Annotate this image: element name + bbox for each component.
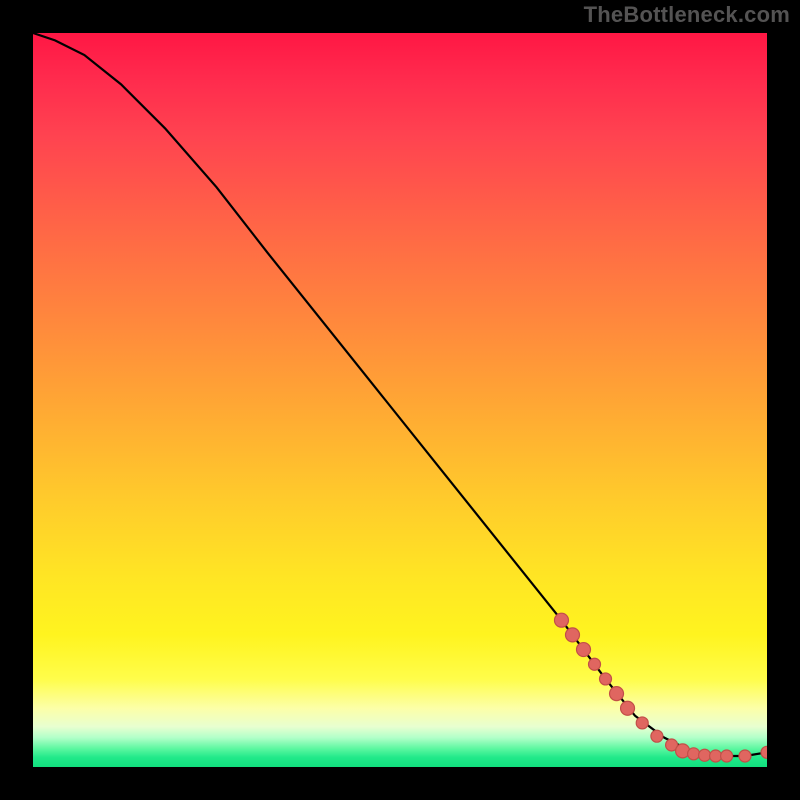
data-point: [739, 750, 751, 762]
data-point: [621, 701, 635, 715]
data-point: [554, 613, 568, 627]
data-point: [636, 717, 648, 729]
data-point: [600, 673, 612, 685]
scatter-points: [33, 33, 767, 767]
data-point: [721, 750, 733, 762]
data-point: [699, 749, 711, 761]
watermark-label: TheBottleneck.com: [584, 2, 790, 28]
data-point: [688, 748, 700, 760]
data-point: [565, 628, 579, 642]
data-point: [710, 750, 722, 762]
data-point: [761, 746, 767, 758]
data-point: [577, 643, 591, 657]
data-point: [589, 658, 601, 670]
data-point: [651, 730, 663, 742]
data-point: [610, 687, 624, 701]
